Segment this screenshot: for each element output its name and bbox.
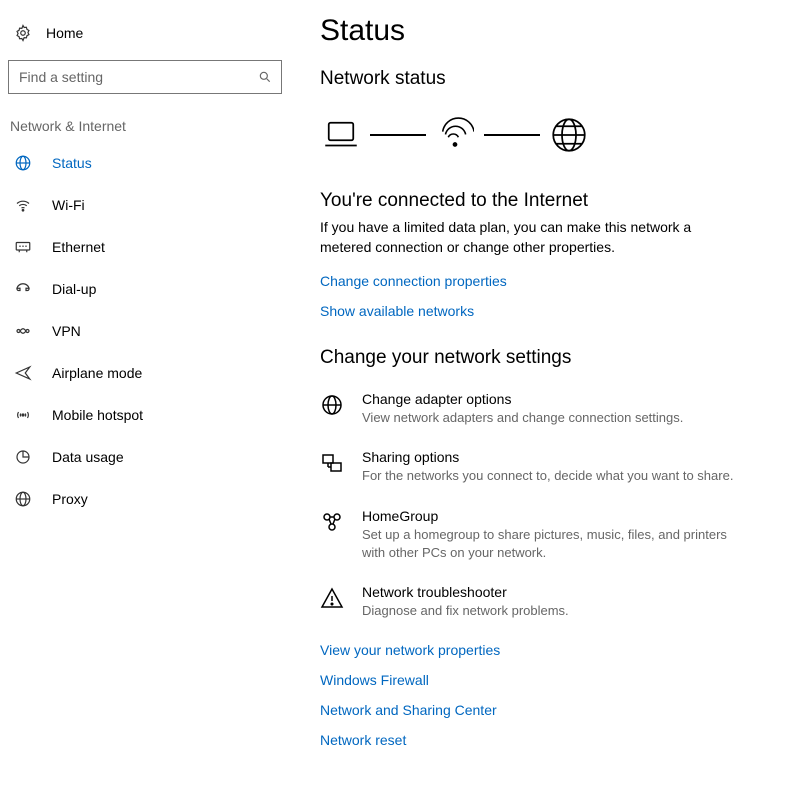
- phone-icon: [14, 280, 32, 298]
- globe-icon: [548, 114, 590, 156]
- search-input[interactable]: [8, 60, 282, 94]
- setting-title: Sharing options: [362, 449, 733, 465]
- warning-icon: [320, 586, 344, 610]
- laptop-icon: [320, 114, 362, 156]
- connector-line: [484, 134, 540, 136]
- sidebar-item-label: Dial-up: [52, 281, 96, 297]
- page-title: Status: [320, 14, 767, 48]
- sidebar-item-hotspot[interactable]: Mobile hotspot: [8, 394, 282, 436]
- link-windows-firewall[interactable]: Windows Firewall: [320, 672, 429, 688]
- search-container: [8, 60, 282, 94]
- gear-icon: [14, 24, 32, 42]
- globe-icon: [14, 490, 32, 508]
- setting-homegroup[interactable]: HomeGroup Set up a homegroup to share pi…: [320, 508, 740, 562]
- setting-desc: View network adapters and change connect…: [362, 409, 683, 427]
- globe-icon: [14, 154, 32, 172]
- sidebar-item-wifi[interactable]: Wi-Fi: [8, 184, 282, 226]
- home-label: Home: [46, 25, 83, 41]
- sidebar-item-label: Status: [52, 155, 92, 171]
- ethernet-icon: [14, 238, 32, 256]
- link-change-connection-properties[interactable]: Change connection properties: [320, 273, 507, 289]
- homegroup-icon: [320, 510, 344, 534]
- wifi-icon: [14, 196, 32, 214]
- setting-desc: Diagnose and fix network problems.: [362, 602, 569, 620]
- setting-change-adapter[interactable]: Change adapter options View network adap…: [320, 391, 740, 427]
- sidebar-item-label: Proxy: [52, 491, 88, 507]
- sidebar-item-ethernet[interactable]: Ethernet: [8, 226, 282, 268]
- adapter-icon: [320, 393, 344, 417]
- connected-body: If you have a limited data plan, you can…: [320, 218, 700, 257]
- sidebar-item-label: Wi-Fi: [52, 197, 85, 213]
- sidebar-item-label: Ethernet: [52, 239, 105, 255]
- sidebar-section-title: Network & Internet: [8, 118, 282, 142]
- setting-title: HomeGroup: [362, 508, 740, 524]
- network-status-heading: Network status: [320, 68, 767, 90]
- wifi-icon: [434, 114, 476, 156]
- airplane-icon: [14, 364, 32, 382]
- link-show-available-networks[interactable]: Show available networks: [320, 303, 474, 319]
- change-settings-heading: Change your network settings: [320, 347, 767, 369]
- home-button[interactable]: Home: [8, 20, 282, 56]
- content-pane: Status Network status You're connected t…: [290, 0, 787, 788]
- setting-title: Network troubleshooter: [362, 584, 569, 600]
- sidebar-item-vpn[interactable]: VPN: [8, 310, 282, 352]
- sidebar-item-data-usage[interactable]: Data usage: [8, 436, 282, 478]
- sidebar: Home Network & Internet Status Wi-Fi Eth…: [0, 0, 290, 788]
- sidebar-item-status[interactable]: Status: [8, 142, 282, 184]
- link-network-reset[interactable]: Network reset: [320, 732, 406, 748]
- vpn-icon: [14, 322, 32, 340]
- sidebar-item-proxy[interactable]: Proxy: [8, 478, 282, 520]
- setting-sharing-options[interactable]: Sharing options For the networks you con…: [320, 449, 740, 485]
- sidebar-item-dialup[interactable]: Dial-up: [8, 268, 282, 310]
- sidebar-item-label: Mobile hotspot: [52, 407, 143, 423]
- setting-desc: Set up a homegroup to share pictures, mu…: [362, 526, 740, 562]
- setting-desc: For the networks you connect to, decide …: [362, 467, 733, 485]
- connector-line: [370, 134, 426, 136]
- setting-troubleshooter[interactable]: Network troubleshooter Diagnose and fix …: [320, 584, 740, 620]
- setting-title: Change adapter options: [362, 391, 683, 407]
- connected-heading: You're connected to the Internet: [320, 190, 767, 212]
- sidebar-item-label: Data usage: [52, 449, 124, 465]
- sharing-icon: [320, 451, 344, 475]
- link-view-network-properties[interactable]: View your network properties: [320, 642, 500, 658]
- sidebar-item-label: VPN: [52, 323, 81, 339]
- sidebar-item-label: Airplane mode: [52, 365, 142, 381]
- sidebar-item-airplane[interactable]: Airplane mode: [8, 352, 282, 394]
- data-usage-icon: [14, 448, 32, 466]
- hotspot-icon: [14, 406, 32, 424]
- link-network-sharing-center[interactable]: Network and Sharing Center: [320, 702, 497, 718]
- connection-diagram: [320, 114, 767, 156]
